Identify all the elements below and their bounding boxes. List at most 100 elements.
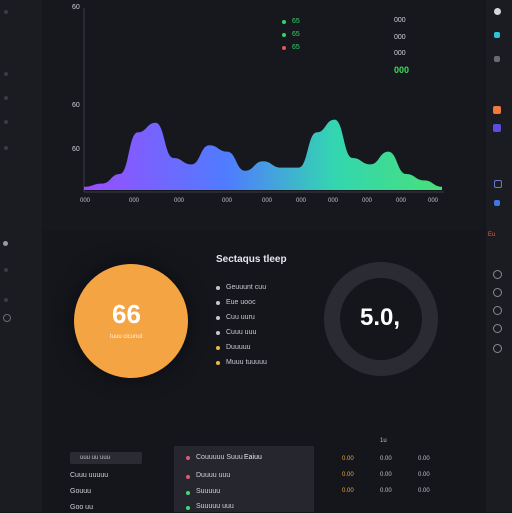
active-indicator-icon[interactable]: [3, 241, 8, 246]
right-label: Eu: [488, 232, 496, 238]
x-tick-label: 000: [80, 198, 91, 204]
legend-label: 65: [292, 44, 300, 51]
row-label: Duuuu uuu: [196, 472, 231, 479]
legend-label: Cuuu uuu: [226, 329, 257, 336]
table-cell: 0.00: [380, 488, 392, 494]
legend-swatch: [216, 315, 220, 320]
table-cell: 0.00: [342, 456, 354, 462]
legend-label: Duuuuu: [226, 344, 251, 351]
legend-label: Eue uooc: [226, 299, 256, 306]
table-cell: 0.00: [380, 472, 392, 478]
row-swatch: [186, 506, 190, 510]
stat-value: 000: [394, 17, 406, 24]
y-tick-label: 60: [72, 4, 80, 11]
y-tick-label: 60: [72, 102, 80, 109]
left-sidebar: [0, 0, 42, 512]
menu-dot-icon[interactable]: [4, 120, 8, 124]
menu-dot-icon[interactable]: [4, 146, 8, 150]
bottom-left-row: Goo uu: [70, 504, 93, 511]
table-row[interactable]: Suuuuu: [186, 488, 306, 498]
orange-gauge-label: tuuu cicunut: [110, 334, 143, 340]
legend-swatch: [282, 32, 286, 37]
x-tick-label: 000: [428, 198, 439, 204]
table-header-swatch: [186, 456, 190, 460]
orange-app-icon[interactable]: [493, 106, 501, 114]
legend-item[interactable]: 65: [282, 44, 300, 51]
section-title: Sectaqus tleep: [216, 254, 287, 265]
gauge-legend-item[interactable]: Muuu tuuuuu: [216, 359, 267, 366]
highlight-value: 000: [394, 65, 410, 75]
legend-swatch: [216, 360, 220, 365]
chart-legend: 65 65 65: [282, 18, 300, 51]
table-cell: 0.00: [342, 488, 354, 494]
legend-label: 65: [292, 18, 300, 25]
column-header: 1u: [380, 438, 387, 444]
bottom-left-row: Cuuu uuuuu: [70, 472, 109, 479]
info-icon[interactable]: [493, 288, 502, 297]
table-cell: 0.00: [380, 456, 392, 462]
menu-dot-icon[interactable]: [4, 268, 8, 272]
row-label: Suuuuu: [196, 488, 221, 495]
menu-dot-icon[interactable]: [4, 96, 8, 100]
orange-gauge-value: 66: [112, 299, 141, 329]
window-icon[interactable]: [494, 180, 502, 188]
row-label: Suuuuu uuu: [196, 503, 234, 510]
area-series: [84, 119, 442, 190]
legend-swatch: [216, 300, 220, 305]
legend-label: Cuu uuru: [226, 314, 255, 321]
stat-value: 000: [394, 50, 406, 57]
x-tick-label: 000: [396, 198, 407, 204]
x-tick-label: 000: [262, 198, 273, 204]
gauge-legend-item[interactable]: Cuu uuru: [216, 314, 267, 321]
help-icon[interactable]: [493, 324, 502, 333]
legend-swatch: [216, 345, 220, 350]
gauge-legend: Geuuunt cuu Eue uooc Cuu uuru Cuuu uuu D…: [216, 284, 267, 366]
right-sidebar: Eu: [486, 0, 512, 512]
ring-gauge-value: 5.0,: [360, 304, 401, 331]
legend-swatch: [216, 330, 220, 335]
row-swatch: [186, 491, 190, 495]
legend-item[interactable]: 65: [282, 31, 300, 38]
legend-label: Muuu tuuuuu: [226, 359, 267, 366]
menu-dot-icon[interactable]: [4, 10, 8, 14]
power-icon[interactable]: [493, 344, 502, 353]
gauge-legend-item[interactable]: Geuuunt cuu: [216, 284, 267, 291]
area-chart: [83, 8, 444, 193]
table-row[interactable]: Duuuu uuu: [186, 472, 306, 482]
gauge-legend-item[interactable]: Cuuu uuu: [216, 329, 267, 336]
tag-chip-label: uuu uu uuu: [80, 455, 111, 461]
gauge-legend-item[interactable]: Duuuuu: [216, 344, 267, 351]
stat-value: 000: [394, 34, 406, 41]
legend-item[interactable]: 65: [282, 18, 300, 25]
profile-icon[interactable]: [494, 8, 501, 15]
table-header-value: Eaiuu: [244, 454, 262, 461]
x-tick-label: 000: [328, 198, 339, 204]
gear-icon[interactable]: [493, 306, 502, 315]
x-tick-label: 000: [129, 198, 140, 204]
x-tick-label: 000: [222, 198, 233, 204]
x-tick-label: 000: [362, 198, 373, 204]
row-swatch: [186, 475, 190, 479]
bottom-left-row: Gouuu: [70, 488, 92, 495]
table-header-label: Couuuuu Suuu: [196, 454, 243, 461]
table-cell: 0.00: [418, 488, 430, 494]
blue-app-icon[interactable]: [494, 200, 500, 206]
app-icon[interactable]: [494, 56, 500, 62]
legend-label: 65: [292, 31, 300, 38]
menu-dot-icon[interactable]: [4, 72, 8, 76]
menu-dot-icon[interactable]: [4, 298, 8, 302]
legend-swatch: [282, 19, 286, 24]
teal-app-icon[interactable]: [494, 32, 500, 38]
table-cell: 0.00: [418, 456, 430, 462]
clock-icon[interactable]: [493, 270, 502, 279]
table-cell: 0.00: [342, 472, 354, 478]
legend-swatch: [216, 285, 220, 290]
table-cell: 0.00: [418, 472, 430, 478]
x-tick-label: 000: [296, 198, 307, 204]
x-tick-label: 000: [174, 198, 185, 204]
gauge-legend-item[interactable]: Eue uooc: [216, 299, 267, 306]
legend-swatch: [282, 45, 286, 50]
settings-icon[interactable]: [3, 314, 11, 322]
y-tick-label: 60: [72, 146, 80, 153]
purple-app-icon[interactable]: [493, 124, 501, 132]
